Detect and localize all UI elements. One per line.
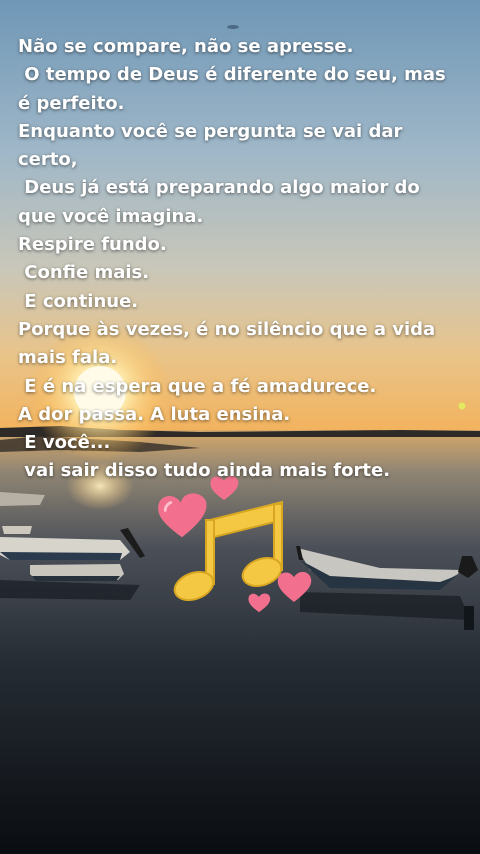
sky-speck xyxy=(227,25,239,29)
quote-line: E continue. xyxy=(18,290,139,312)
quote-line: Porque às vezes, é no silêncio que a vid… xyxy=(18,318,436,340)
quote-line: Deus já está preparando algo maior do xyxy=(18,177,420,199)
quote-line: que você imagina. xyxy=(18,205,204,227)
quote-line: E é na espera que a fé amadurece. xyxy=(18,375,377,397)
quote-line: Confie mais. xyxy=(18,262,150,284)
quote-line: Não se compare, não se apresse. xyxy=(18,36,354,57)
quote-line: Enquanto você se pergunta se vai dar xyxy=(18,120,403,142)
post xyxy=(464,606,474,630)
quote-line: certo, xyxy=(18,149,78,171)
quote-line: A dor passa. A luta ensina. xyxy=(18,403,291,425)
quote-line: E você... xyxy=(18,432,111,454)
music-note-icon xyxy=(173,500,283,602)
quote-line: vai sair disso tudo ainda mais forte. xyxy=(18,460,391,482)
quote-line: mais fala. xyxy=(18,347,118,369)
boat-left-2 xyxy=(30,564,124,581)
quote-text: Não se compare, não se apresse. O tempo … xyxy=(18,33,468,486)
quote-line: é perfeito. xyxy=(18,92,125,114)
quote-line: Respire fundo. xyxy=(18,234,167,256)
quote-line: O tempo de Deus é diferente do seu, mas xyxy=(18,64,446,86)
